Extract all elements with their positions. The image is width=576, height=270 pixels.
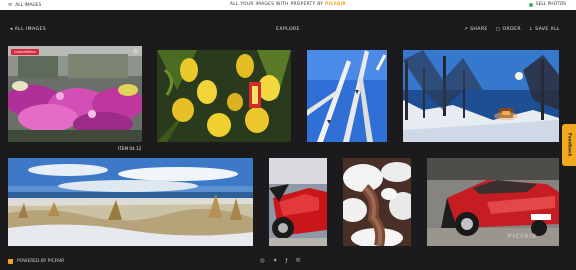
yellow-fruit-image — [157, 50, 291, 142]
share-button[interactable]: ↗ SHARE — [464, 27, 488, 32]
brand-name[interactable]: PICFAIR — [325, 2, 346, 7]
red-muscle-car-image — [427, 158, 559, 246]
feedback-tab[interactable]: Feedback — [562, 124, 576, 166]
watermark-text: PICFAIR — [507, 233, 537, 240]
footer: POWERED BY PICFAIR ◎ ✦ ƒ ℗ — [0, 256, 576, 270]
top-bar-center: ALL YOUR IMAGES WITH PROPERTY BY PICFAIR — [0, 2, 576, 7]
order-label[interactable]: ORDER — [502, 27, 520, 32]
share-icon: ↗ — [463, 27, 469, 32]
pinterest-icon[interactable]: ℗ — [295, 258, 301, 264]
snowy-stream-image — [343, 158, 411, 246]
order-button[interactable]: ▢ ORDER — [496, 27, 521, 32]
birch-trees-image — [307, 50, 387, 142]
beach-dunes-image — [8, 158, 253, 246]
photo-winter-cabin[interactable] — [403, 50, 559, 142]
photo-yellow-fruit[interactable] — [157, 50, 291, 142]
photo-red-muscle-car[interactable]: PICFAIR — [427, 158, 559, 246]
red-car-front-image — [269, 158, 327, 246]
competition-badge[interactable]: Competition — [11, 49, 39, 55]
download-icon: ↓ — [528, 27, 534, 32]
social-links: ◎ ✦ ƒ ℗ — [260, 258, 301, 264]
photo-birch-trees[interactable] — [307, 50, 387, 142]
winter-cabin-image — [403, 50, 559, 142]
save-all-button[interactable]: ↓ SAVE ALL — [529, 27, 560, 32]
feedback-label[interactable]: Feedback — [567, 133, 572, 157]
info-icon[interactable]: ⊙ — [133, 48, 138, 55]
top-center-text: ALL YOUR IMAGES WITH PROPERTY BY — [229, 2, 324, 7]
photo-flower-market[interactable]: Competition ⊙ — [8, 46, 142, 142]
twitter-icon[interactable]: ✦ — [273, 258, 278, 264]
share-label[interactable]: SHARE — [470, 27, 488, 32]
toolbar-actions: ↗ SHARE ▢ ORDER ↓ SAVE ALL — [464, 27, 560, 32]
photo-red-car-front[interactable] — [269, 158, 327, 246]
flower-market-image — [8, 46, 142, 142]
instagram-icon[interactable]: ◎ — [260, 258, 265, 264]
status-dot-icon — [528, 2, 533, 7]
cart-icon: ▢ — [495, 27, 501, 32]
top-bar: ≡ ALL IMAGES ALL YOUR IMAGES WITH PROPER… — [0, 0, 576, 10]
sell-photos-link[interactable]: SELL PHOTOS — [536, 2, 566, 7]
picfair-logo-icon — [8, 259, 13, 264]
facebook-icon[interactable]: ƒ — [285, 258, 287, 264]
powered-by-link[interactable]: POWERED BY PICFAIR — [8, 259, 64, 264]
gallery-toolbar: ◂ ALL IMAGES EXPLORE ↗ SHARE ▢ ORDER ↓ SAVE… — [0, 24, 576, 38]
top-bar-right[interactable]: SELL PHOTOS — [528, 2, 566, 7]
save-label[interactable]: SAVE ALL — [535, 27, 560, 32]
photo-beach-dunes[interactable] — [8, 158, 253, 246]
photo-caption: ITEM 04.12 — [118, 146, 142, 151]
photo-snowy-stream[interactable] — [343, 158, 411, 246]
powered-by-text[interactable]: POWERED BY PICFAIR — [17, 259, 64, 264]
